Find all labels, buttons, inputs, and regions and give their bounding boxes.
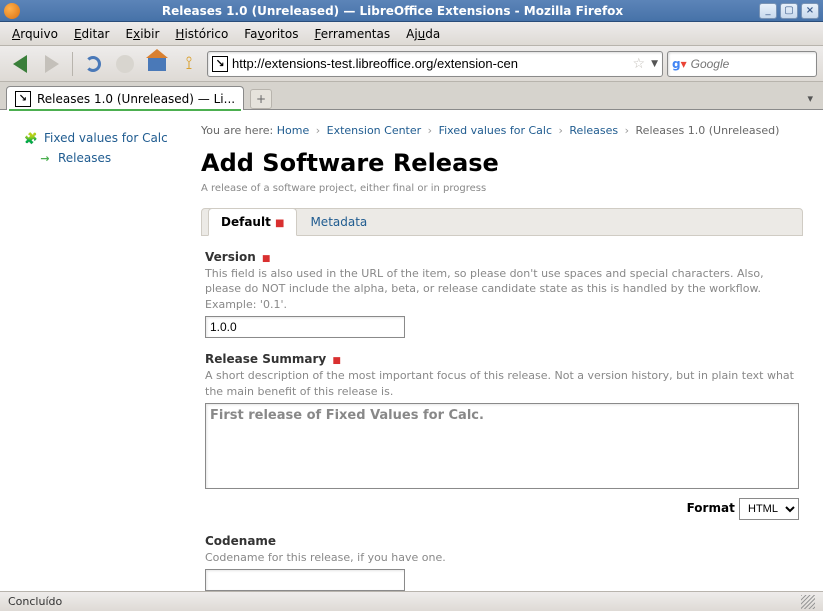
breadcrumb-separator: ›	[559, 124, 563, 137]
form-body: Version ■ This field is also used in the…	[201, 236, 803, 591]
window-controls: _ ▢ ×	[759, 3, 819, 19]
tab-favicon: ↘	[15, 91, 31, 107]
resize-grip-icon[interactable]	[801, 595, 815, 609]
content-scroll[interactable]: 🧩 Fixed values for Calc → Releases You a…	[0, 110, 823, 591]
breadcrumb-separator: ›	[625, 124, 629, 137]
breadcrumb-link-releases[interactable]: Releases	[569, 124, 618, 137]
search-input[interactable]	[691, 57, 823, 71]
field-version: Version ■ This field is also used in the…	[205, 250, 799, 338]
sidebar-item-label: Fixed values for Calc	[44, 131, 168, 145]
sidebar-item-label: Releases	[58, 151, 111, 165]
field-summary: Release Summary ■ A short description of…	[205, 352, 799, 520]
tab-label: Metadata	[310, 215, 367, 229]
bookmark-icon: ⟟	[186, 53, 193, 74]
menu-historico[interactable]: Histórico	[167, 24, 236, 44]
breadcrumb-link-extension-center[interactable]: Extension Center	[327, 124, 422, 137]
field-label: Codename	[205, 534, 799, 548]
sidebar-item-fixed-values[interactable]: 🧩 Fixed values for Calc	[24, 128, 187, 148]
close-button[interactable]: ×	[801, 3, 819, 19]
tab-title: Releases 1.0 (Unreleased) — Li...	[37, 92, 235, 106]
page-subtitle: A release of a software project, either …	[201, 183, 803, 194]
site-favicon: ↘	[212, 56, 228, 72]
window-title: Releases 1.0 (Unreleased) — LibreOffice …	[26, 4, 759, 18]
minimize-button[interactable]: _	[759, 3, 777, 19]
maximize-button[interactable]: ▢	[780, 3, 798, 19]
breadcrumb-separator: ›	[316, 124, 320, 137]
field-help: Codename for this release, if you have o…	[205, 550, 799, 565]
format-row: Format HTML	[205, 498, 799, 520]
breadcrumb-link-home[interactable]: Home	[277, 124, 309, 137]
menu-arquivo[interactable]: Arquivo	[4, 24, 66, 44]
sidebar: 🧩 Fixed values for Calc → Releases	[0, 110, 195, 591]
bookmark-star-icon[interactable]: ☆	[633, 56, 646, 72]
tab-default[interactable]: Default ■	[208, 208, 297, 236]
summary-textarea[interactable]: First release of Fixed Values for Calc.	[205, 403, 799, 489]
field-help: A short description of the most importan…	[205, 368, 799, 399]
breadcrumb-current: Releases 1.0 (Unreleased)	[636, 124, 780, 137]
window-titlebar: Releases 1.0 (Unreleased) — LibreOffice …	[0, 0, 823, 22]
tab-label: Default	[221, 215, 271, 229]
firefox-icon	[4, 3, 20, 19]
form-tabs: Default ■ Metadata	[201, 208, 803, 236]
menubar: Arquivo Editar Exibir Histórico Favorito…	[0, 22, 823, 46]
puzzle-icon: 🧩	[24, 131, 38, 145]
menu-favoritos[interactable]: Favoritos	[236, 24, 306, 44]
browser-tab-active[interactable]: ↘ Releases 1.0 (Unreleased) — Li...	[6, 86, 244, 110]
status-text: Concluído	[8, 595, 62, 608]
page-heading: Add Software Release	[201, 149, 803, 177]
tab-indicator	[9, 109, 241, 111]
breadcrumb-link-fixed-values[interactable]: Fixed values for Calc	[439, 124, 552, 137]
url-dropdown-icon[interactable]: ▼	[651, 59, 658, 69]
bookmarks-button[interactable]: ⟟	[175, 50, 203, 78]
menu-exibir[interactable]: Exibir	[118, 24, 168, 44]
content-area: 🧩 Fixed values for Calc → Releases You a…	[0, 110, 823, 591]
home-icon	[148, 57, 166, 71]
forward-button	[38, 50, 66, 78]
arrow-right-icon: →	[38, 151, 52, 165]
url-bar[interactable]: ↘ ☆ ▼	[207, 51, 663, 77]
google-icon[interactable]: g▾	[672, 56, 687, 72]
required-indicator-icon: ■	[262, 254, 271, 264]
format-select[interactable]: HTML	[739, 498, 799, 520]
navigation-toolbar: ⟟ ↘ ☆ ▼ g▾ 🔍	[0, 46, 823, 82]
sidebar-item-releases[interactable]: → Releases	[38, 148, 187, 168]
toolbar-separator	[72, 52, 73, 76]
status-bar: Concluído	[0, 591, 823, 611]
field-label: Release Summary ■	[205, 352, 799, 366]
menu-editar[interactable]: Editar	[66, 24, 118, 44]
field-help: This field is also used in the URL of th…	[205, 266, 799, 312]
breadcrumb-separator: ›	[428, 124, 432, 137]
home-button[interactable]	[143, 50, 171, 78]
field-label: Version ■	[205, 250, 799, 264]
tab-metadata[interactable]: Metadata	[297, 208, 380, 235]
stop-icon	[116, 55, 134, 73]
search-bar[interactable]: g▾ 🔍	[667, 51, 817, 77]
stop-button	[111, 50, 139, 78]
main-content: You are here: Home › Extension Center › …	[195, 110, 823, 591]
reload-button[interactable]	[79, 50, 107, 78]
new-tab-button[interactable]: +	[250, 89, 272, 109]
back-arrow-icon	[13, 55, 27, 73]
breadcrumb-prefix: You are here:	[201, 124, 273, 137]
menu-ajuda[interactable]: Ajuda	[398, 24, 448, 44]
format-label: Format	[687, 501, 735, 515]
reload-icon	[85, 56, 101, 72]
required-indicator-icon: ■	[332, 356, 341, 366]
required-indicator-icon: ■	[275, 218, 284, 229]
tab-bar: ↘ Releases 1.0 (Unreleased) — Li... + ▾	[0, 82, 823, 110]
menu-ferramentas[interactable]: Ferramentas	[306, 24, 398, 44]
tabs-dropdown-icon[interactable]: ▾	[803, 88, 817, 109]
field-codename: Codename Codename for this release, if y…	[205, 534, 799, 591]
url-input[interactable]	[232, 56, 631, 71]
version-input[interactable]	[205, 316, 405, 338]
breadcrumb: You are here: Home › Extension Center › …	[201, 124, 803, 137]
forward-arrow-icon	[45, 55, 59, 73]
back-button[interactable]	[6, 50, 34, 78]
codename-input[interactable]	[205, 569, 405, 591]
